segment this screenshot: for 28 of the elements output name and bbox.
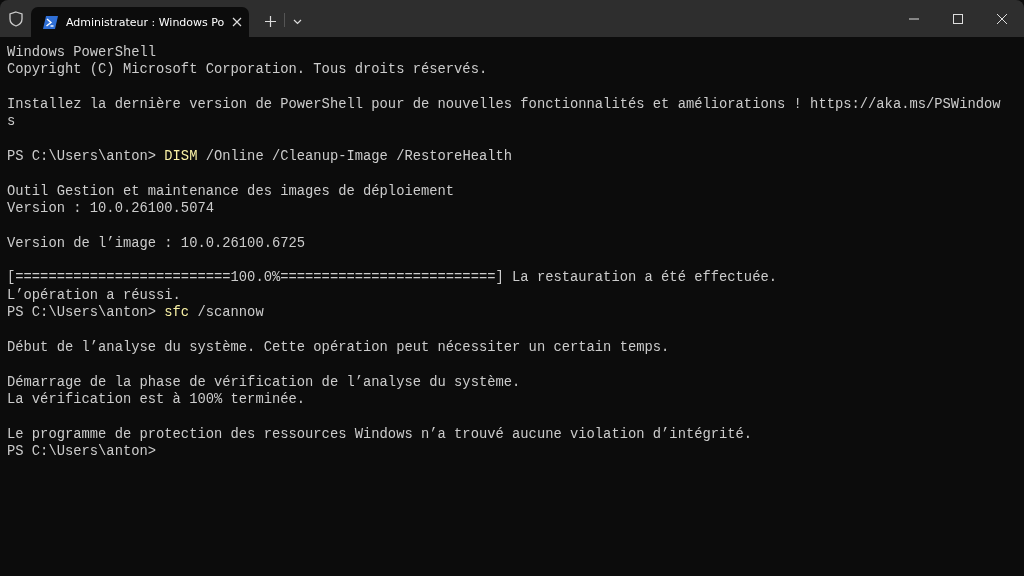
command-arguments: /Online /Cleanup-Image /RestoreHealth [205, 149, 513, 165]
prompt-text: PS C:\Users\anton> [7, 443, 157, 459]
close-icon[interactable] [997, 13, 1007, 24]
terminal-line: La vérification est à 100% terminée. [7, 391, 306, 407]
terminal-line: Installez la dernière version de PowerShell pour de nouvelles fonctionnalités et améliorations ! https://aka.ms/PSWindow [7, 97, 1001, 113]
terminal-line: Windows PowerShell [7, 45, 157, 60]
powershell-icon [43, 15, 58, 29]
command-arguments: /scannow [197, 305, 264, 321]
terminal-line: Début de l’analyse du système. Cette opération peut nécessiter un certain temps. [7, 339, 670, 355]
terminal-line: [==========================100.0%==========================] La restauration a été effectuée. [7, 270, 777, 286]
prompt-text: PS C:\Users\anton> [7, 305, 157, 321]
new-tab-icon[interactable] [265, 16, 276, 27]
terminal-line: Version : 10.0.26100.5074 [7, 201, 214, 217]
terminal-tab[interactable]: Administrateur : Windows Po [31, 7, 249, 37]
command-text: sfc [164, 305, 190, 321]
terminal-line: Outil Gestion et maintenance des images de déploiement [7, 183, 455, 199]
prompt-text: PS C:\Users\anton> [7, 149, 157, 165]
dropdown-icon[interactable] [293, 19, 302, 25]
terminal-line: Le programme de protection des ressources Windows n’a trouvé aucune violation d’intégrité. [7, 426, 753, 442]
maximize-icon[interactable] [953, 13, 963, 24]
terminal-line: Version de l’image : 10.0.26100.6725 [7, 235, 306, 251]
command-text: DISM [164, 149, 198, 165]
terminal-line: Démarrage de la phase de vérification de l’analyse du système. [7, 374, 521, 390]
shield-icon[interactable] [9, 11, 23, 27]
terminal-line: L’opération a réussi. [7, 287, 181, 303]
close-icon[interactable] [232, 17, 243, 27]
terminal-line: s [7, 114, 16, 130]
terminal-line: Copyright (C) Microsoft Corporation. Tous droits réservés. [7, 62, 488, 78]
